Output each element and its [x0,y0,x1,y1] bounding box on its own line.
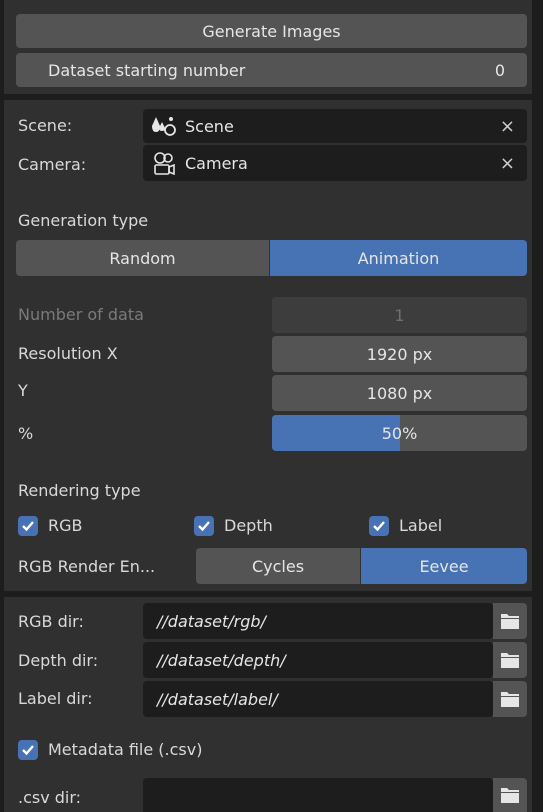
resolution-y-value: 1080 px [366,383,433,403]
generation-type-heading: Generation type [18,211,149,230]
label-dir-input[interactable]: //dataset/label/ [143,681,493,717]
label-checkbox[interactable] [369,516,389,536]
generate-images-label: Generate Images [202,21,341,41]
panel-left-edge [0,0,4,812]
engine-eevee-option[interactable]: Eevee [361,548,527,584]
rgb-checkbox[interactable] [18,516,38,536]
dataset-starting-number-field[interactable]: Dataset starting number 0 [16,53,527,87]
resolution-percent-label: % [18,424,34,443]
clear-camera-icon[interactable]: × [500,153,515,174]
resolution-percent-fill [272,415,400,451]
resolution-y-label: Y [18,381,28,400]
rgb-dir-browse-button[interactable] [493,603,527,639]
number-of-data-value: 1 [394,305,405,325]
label-dir-browse-button[interactable] [493,681,527,717]
camera-icon [151,151,179,176]
resolution-y-field[interactable]: 1080 px [272,375,527,411]
resolution-x-label: Resolution X [18,344,118,363]
camera-value: Camera [185,153,248,173]
generate-images-button[interactable]: Generate Images [16,14,527,48]
resolution-percent-value: 50% [381,423,418,443]
dataset-starting-number-label: Dataset starting number [48,60,246,80]
depth-dir-browse-button[interactable] [493,642,527,678]
panel-right-edge [532,0,543,812]
checkmark-icon [22,745,34,756]
number-of-data-label: Number of data [18,305,144,324]
section-divider [4,94,532,100]
rendering-type-heading: Rendering type [18,481,141,500]
engine-cycles-option[interactable]: Cycles [196,548,360,584]
generation-animation-label: Animation [357,248,440,268]
rgb-dir-input[interactable]: //dataset/rgb/ [143,603,493,639]
folder-icon [501,692,519,707]
camera-selector[interactable]: Camera × [143,145,527,181]
csv-dir-input[interactable] [143,778,493,812]
number-of-data-field: 1 [272,297,527,333]
metadata-checkbox-label: Metadata file (.csv) [48,740,203,759]
scene-label: Scene: [18,116,73,135]
resolution-x-value: 1920 px [366,344,433,364]
label-checkbox-label: Label [399,516,443,535]
folder-icon [501,653,519,668]
engine-cycles-label: Cycles [251,556,305,576]
scene-icon [151,114,179,138]
metadata-checkbox[interactable] [18,740,38,760]
depth-dir-value: //dataset/depth/ [157,650,286,670]
folder-icon [501,614,519,629]
camera-label: Camera: [18,155,87,174]
resolution-percent-slider[interactable]: 50% [272,415,527,451]
resolution-x-field[interactable]: 1920 px [272,336,527,372]
depth-checkbox-label: Depth [224,516,273,535]
checkmark-icon [22,521,34,532]
generation-animation-option[interactable]: Animation [270,240,527,276]
generation-random-option[interactable]: Random [16,240,269,276]
depth-checkbox[interactable] [194,516,214,536]
depth-dir-input[interactable]: //dataset/depth/ [143,642,493,678]
csv-dir-browse-button[interactable] [493,778,527,812]
engine-eevee-label: Eevee [419,556,469,576]
section-divider [4,591,532,597]
label-dir-value: //dataset/label/ [157,689,278,709]
scene-value: Scene [185,116,234,136]
checkmark-icon [373,521,385,532]
rgb-dir-label: RGB dir: [18,612,84,631]
scene-selector[interactable]: Scene × [143,109,527,143]
clear-scene-icon[interactable]: × [500,116,515,137]
depth-dir-label: Depth dir: [18,651,99,670]
render-engine-label: RGB Render En... [18,557,156,576]
folder-icon [501,788,519,803]
rgb-checkbox-label: RGB [48,516,83,535]
dataset-starting-number-value: 0 [494,60,505,80]
label-dir-label: Label dir: [18,689,93,708]
csv-dir-label: .csv dir: [18,788,82,807]
checkmark-icon [198,521,210,532]
rgb-dir-value: //dataset/rgb/ [157,611,266,631]
generation-random-label: Random [109,248,176,268]
